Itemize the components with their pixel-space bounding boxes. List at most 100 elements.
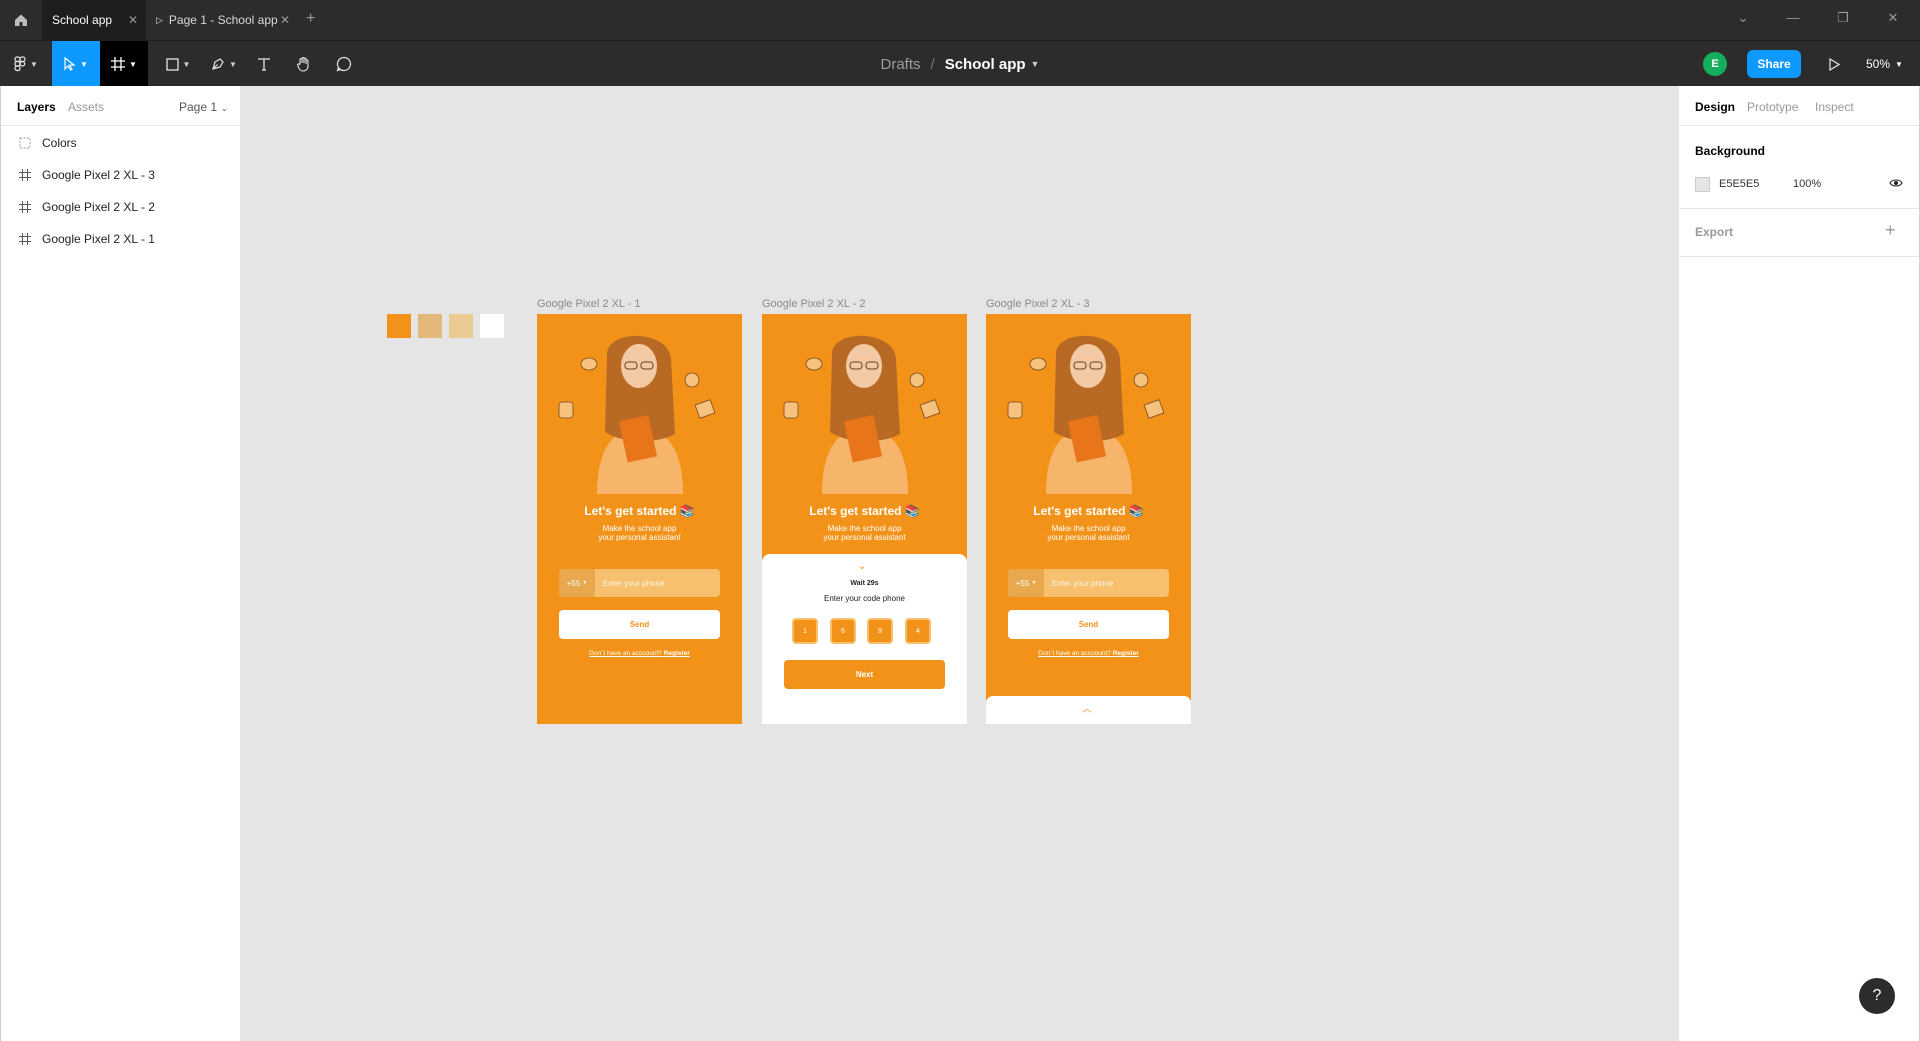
figma-logo-icon bbox=[14, 56, 26, 72]
code-digit[interactable]: 9 bbox=[867, 618, 893, 644]
move-tool[interactable]: ▼ bbox=[52, 41, 100, 87]
phone-input[interactable]: +55 ▼ Enter your phone bbox=[1008, 569, 1169, 597]
register-link[interactable]: Don´t have an accoount? Register bbox=[986, 650, 1191, 657]
background-title: Background bbox=[1695, 144, 1766, 158]
page-select[interactable]: Page 1 ⌄ bbox=[179, 100, 228, 114]
code-digit[interactable]: 4 bbox=[905, 618, 931, 644]
phone-frame-1[interactable]: Let's get started 📚 Make the school app … bbox=[537, 314, 742, 724]
frame-icon bbox=[17, 169, 33, 181]
onboarding-subtitle: Make the school app your personal assist… bbox=[1047, 524, 1130, 542]
main-menu-button[interactable]: ▼ bbox=[8, 41, 44, 87]
breadcrumb: Drafts / School app ▼ bbox=[0, 41, 1920, 87]
frame-label[interactable]: Google Pixel 2 XL - 3 bbox=[986, 298, 1090, 310]
present-button[interactable] bbox=[1822, 52, 1846, 76]
color-swatch[interactable] bbox=[387, 314, 411, 338]
background-fill-row: E5E5E5 100% bbox=[1695, 174, 1905, 194]
breadcrumb-separator: / bbox=[930, 55, 935, 73]
phone-frame-2[interactable]: Let's get started 📚 Make the school app … bbox=[762, 314, 967, 724]
play-icon bbox=[1828, 57, 1840, 71]
pen-tool[interactable]: ▼ bbox=[206, 41, 242, 87]
phone-input[interactable]: +55 ▼ Enter your phone bbox=[559, 569, 720, 597]
zoom-menu[interactable]: 50% ▼ bbox=[1866, 41, 1903, 87]
hand-icon bbox=[297, 56, 309, 72]
code-digit[interactable]: 6 bbox=[830, 618, 856, 644]
panel-tabs: Design Prototype Inspect bbox=[1679, 86, 1919, 126]
properties-panel: Design Prototype Inspect Background E5E5… bbox=[1678, 86, 1920, 1041]
divider bbox=[1679, 256, 1919, 257]
send-button[interactable]: Send bbox=[1008, 610, 1169, 639]
country-code-select[interactable]: +55 ▼ bbox=[559, 569, 595, 597]
phone-frame-3[interactable]: Let's get started 📚 Make the school app … bbox=[986, 314, 1191, 724]
share-button[interactable]: Share bbox=[1747, 50, 1801, 78]
chevron-down-icon: ▼ bbox=[1031, 580, 1037, 586]
chevron-down-icon: ▼ bbox=[229, 59, 237, 69]
layer-item-frame-1[interactable]: Google Pixel 2 XL - 1 bbox=[1, 223, 241, 255]
code-prompt: Enter your code phone bbox=[824, 594, 905, 603]
chevron-down-icon: ▼ bbox=[129, 59, 137, 69]
background-swatch[interactable] bbox=[1695, 177, 1710, 192]
color-swatch[interactable] bbox=[449, 314, 473, 338]
shape-tool[interactable]: ▼ bbox=[160, 41, 196, 87]
tab-assets[interactable]: Assets bbox=[68, 100, 104, 114]
layer-item-frame-3[interactable]: Google Pixel 2 XL - 3 bbox=[1, 159, 241, 191]
tab-design[interactable]: Design bbox=[1695, 100, 1735, 114]
restore-icon[interactable]: ❐ bbox=[1831, 10, 1855, 26]
home-icon[interactable] bbox=[10, 9, 32, 31]
minimize-icon[interactable]: — bbox=[1781, 10, 1805, 25]
text-icon bbox=[258, 58, 270, 71]
register-link[interactable]: Don´t have an accoount? Register bbox=[537, 650, 742, 657]
background-opacity-input[interactable]: 100% bbox=[1793, 178, 1821, 190]
canvas[interactable]: Google Pixel 2 XL - 1 Google Pixel 2 XL … bbox=[241, 86, 1678, 1041]
text-tool[interactable] bbox=[252, 41, 276, 87]
send-button[interactable]: Send bbox=[559, 610, 720, 639]
onboarding-title: Let's get started 📚 bbox=[1033, 504, 1144, 518]
frame-tool[interactable]: ▼ bbox=[100, 41, 148, 87]
phone-placeholder: Enter your phone bbox=[603, 579, 665, 588]
frame-label[interactable]: Google Pixel 2 XL - 1 bbox=[537, 298, 641, 310]
onboarding-title: Let's get started 📚 bbox=[584, 504, 695, 518]
student-illustration bbox=[783, 335, 941, 494]
help-button[interactable]: ? bbox=[1859, 978, 1895, 1014]
chevron-down-icon: ⌄ bbox=[221, 104, 228, 113]
background-hex-input[interactable]: E5E5E5 bbox=[1719, 178, 1759, 190]
countdown-text: Wait 29s bbox=[850, 580, 879, 587]
close-window-icon[interactable]: ✕ bbox=[1881, 10, 1905, 26]
frame-label[interactable]: Google Pixel 2 XL - 2 bbox=[762, 298, 866, 310]
tab-prototype-page[interactable]: ▷ Page 1 - School app ✕ bbox=[146, 0, 298, 40]
next-button[interactable]: Next bbox=[784, 660, 945, 689]
chevron-down-icon: ▼ bbox=[1895, 59, 1903, 69]
code-digit[interactable]: 1 bbox=[792, 618, 818, 644]
close-icon[interactable]: ✕ bbox=[128, 13, 138, 27]
add-export-button[interactable]: + bbox=[1885, 220, 1896, 241]
file-name[interactable]: School app bbox=[945, 56, 1026, 73]
eye-icon[interactable] bbox=[1889, 177, 1903, 192]
collapsed-sheet[interactable]: ︿ bbox=[986, 696, 1191, 724]
hand-tool[interactable] bbox=[292, 41, 316, 87]
onboarding-subtitle: Make the school app your personal assist… bbox=[823, 524, 906, 542]
chevron-down-icon[interactable]: ⌄ bbox=[1731, 10, 1755, 26]
divider bbox=[1679, 208, 1919, 209]
avatar[interactable]: E bbox=[1703, 52, 1727, 76]
chevron-down-icon[interactable]: ▼ bbox=[1031, 59, 1040, 69]
tab-layers[interactable]: Layers bbox=[17, 100, 56, 114]
figma-app: School app ✕ ▷ Page 1 - School app ✕ + ⌄… bbox=[0, 0, 1920, 1041]
chevron-down-icon: ▼ bbox=[30, 59, 38, 69]
tab-prototype[interactable]: Prototype bbox=[1747, 100, 1798, 114]
chevron-down-icon: ▼ bbox=[80, 59, 88, 69]
breadcrumb-drafts[interactable]: Drafts bbox=[881, 56, 921, 73]
comment-tool[interactable] bbox=[332, 41, 356, 87]
chevron-up-icon[interactable]: ︿ bbox=[1082, 700, 1092, 715]
cursor-icon bbox=[64, 57, 76, 71]
layer-item-frame-2[interactable]: Google Pixel 2 XL - 2 bbox=[1, 191, 241, 223]
country-code-select[interactable]: +55 ▼ bbox=[1008, 569, 1044, 597]
chevron-down-icon[interactable]: ⌄ bbox=[858, 561, 866, 572]
add-tab-button[interactable]: + bbox=[306, 10, 315, 28]
tab-school-app[interactable]: School app ✕ bbox=[42, 0, 146, 40]
frame-icon bbox=[17, 233, 33, 245]
group-icon bbox=[17, 137, 33, 149]
layer-item-colors[interactable]: Colors bbox=[1, 127, 241, 159]
color-swatch[interactable] bbox=[480, 314, 504, 338]
color-swatch[interactable] bbox=[418, 314, 442, 338]
close-icon[interactable]: ✕ bbox=[280, 13, 290, 27]
tab-inspect[interactable]: Inspect bbox=[1815, 100, 1854, 114]
